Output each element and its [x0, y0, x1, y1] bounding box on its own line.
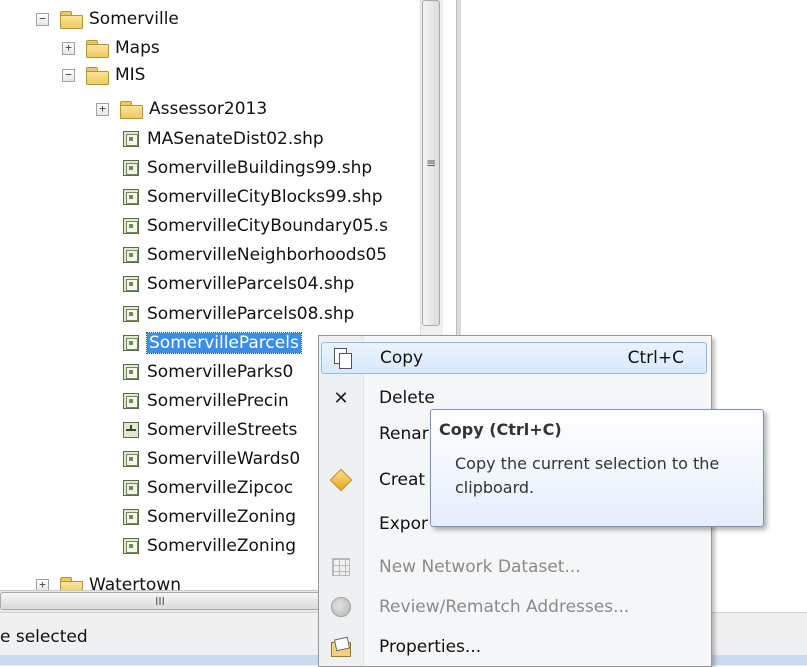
folder-icon: [119, 100, 143, 119]
tree-item-shapefile[interactable]: SomervilleZipcoc: [123, 475, 293, 501]
menu-item-review-rematch[interactable]: Review/Rematch Addresses...: [321, 591, 707, 623]
tree-item-shapefile[interactable]: SomervilleZoning: [123, 533, 296, 559]
polygon-shapefile-icon: [123, 335, 139, 351]
tree-label: SomervilleParcels: [146, 332, 302, 354]
tree-node-watertown[interactable]: + Watertown: [36, 572, 181, 590]
tree-item-shapefile[interactable]: SomervilleBuildings99.shp: [123, 155, 372, 181]
folder-icon: [85, 39, 109, 58]
polygon-shapefile-icon: [123, 364, 139, 380]
tree-label: Assessor2013: [149, 99, 268, 119]
menu-item-shortcut: Ctrl+C: [627, 348, 684, 368]
vertical-scrollbar-thumb[interactable]: ≡: [422, 0, 440, 326]
properties-icon: [331, 638, 351, 657]
tree-label: SomervilleParks0: [147, 362, 294, 382]
tree-label: SomervilleParcels08.shp: [147, 304, 355, 324]
collapse-toggle[interactable]: −: [36, 12, 49, 26]
tree-item-shapefile[interactable]: SomervilleWards0: [123, 446, 300, 472]
tree-label: Somerville: [89, 9, 179, 29]
tree-item-shapefile[interactable]: SomervilleCityBlocks99.shp: [123, 184, 383, 210]
expand-toggle[interactable]: +: [62, 41, 75, 55]
tree-item-shapefile[interactable]: SomervilleParcels08.shp: [123, 301, 354, 327]
grip-icon: ≡: [425, 156, 437, 170]
tree-item-shapefile[interactable]: SomervilleParcels04.shp: [123, 271, 354, 297]
polygon-shapefile-icon: [123, 247, 139, 263]
delete-x-icon: ✕: [333, 387, 349, 409]
status-text: e selected: [0, 627, 88, 647]
tree-label: SomervilleStreets: [147, 420, 298, 440]
polygon-shapefile-icon: [123, 276, 139, 292]
copy-icon: [333, 348, 352, 369]
horizontal-scrollbar-thumb[interactable]: III: [0, 592, 320, 610]
polygon-shapefile-icon: [123, 189, 139, 205]
polygon-shapefile-icon: [123, 451, 139, 467]
address-globe-icon: [331, 597, 351, 617]
create-diamond-icon: [329, 468, 353, 492]
tree-label: SomervilleZoning: [147, 507, 296, 527]
tree-label: SomervilleParcels04.shp: [147, 274, 355, 294]
polygon-shapefile-icon: [123, 480, 139, 496]
grip-icon: III: [155, 594, 165, 608]
tree-label: Watertown: [89, 575, 181, 590]
tree-label: SomervilleCityBoundary05.s: [147, 216, 388, 236]
polygon-shapefile-icon: [123, 160, 139, 176]
tree-item-shapefile[interactable]: SomervilleNeighborhoods05: [123, 242, 387, 268]
folder-icon: [59, 10, 83, 29]
polygon-shapefile-icon: [123, 538, 139, 554]
tree-item-shapefile[interactable]: SomervilleZoning: [123, 504, 296, 530]
tree-item-shapefile-selected[interactable]: SomervilleParcels: [123, 330, 302, 356]
tree-node-somerville[interactable]: − Somerville: [36, 6, 179, 32]
menu-item-label: Copy: [380, 348, 424, 368]
menu-item-copy[interactable]: Copy Ctrl+C: [321, 342, 707, 374]
tree-item-shapefile[interactable]: SomervilleCityBoundary05.s: [123, 213, 388, 239]
expand-toggle[interactable]: +: [36, 578, 49, 590]
polygon-shapefile-icon: [123, 131, 139, 147]
network-grid-icon: [332, 558, 350, 576]
tree-item-shapefile[interactable]: MASenateDist02.shp: [123, 126, 324, 152]
polygon-shapefile-icon: [123, 393, 139, 409]
tree-label: Maps: [115, 38, 160, 58]
tree-label: SomervilleWards0: [147, 449, 301, 469]
tree-label: MIS: [115, 65, 146, 85]
expand-toggle[interactable]: +: [96, 102, 109, 116]
polygon-shapefile-icon: [123, 509, 139, 525]
tooltip-body: Copy the current selection to the clipbo…: [455, 454, 720, 497]
tree-label: SomervilleBuildings99.shp: [147, 158, 373, 178]
tree-label: SomervillePrecin: [147, 391, 289, 411]
tree-item-shapefile[interactable]: SomervilleStreets: [123, 417, 297, 443]
polygon-shapefile-icon: [123, 306, 139, 322]
tree-node-assessor2013[interactable]: + Assessor2013: [96, 96, 267, 122]
tree-item-shapefile[interactable]: SomervillePrecin: [123, 388, 289, 414]
polygon-shapefile-icon: [123, 218, 139, 234]
folder-icon: [59, 576, 83, 590]
tree-label: SomervilleZipcoc: [147, 478, 294, 498]
tree-item-shapefile[interactable]: SomervilleParks0: [123, 359, 293, 385]
menu-item-new-network-dataset[interactable]: New Network Dataset...: [321, 551, 707, 583]
tooltip-title: Copy (Ctrl+C): [439, 420, 562, 439]
menu-item-properties[interactable]: Properties...: [321, 631, 707, 663]
menu-item-label: Review/Rematch Addresses...: [379, 597, 630, 617]
collapse-toggle[interactable]: −: [62, 68, 75, 82]
tree-node-mis[interactable]: − MIS: [62, 62, 145, 88]
tooltip: Copy (Ctrl+C) Copy the current selection…: [430, 409, 764, 527]
menu-item-label: Properties...: [379, 637, 482, 657]
tree-label: MASenateDist02.shp: [147, 129, 324, 149]
menu-item-label: New Network Dataset...: [379, 557, 581, 577]
menu-item-label: Delete: [379, 388, 435, 408]
tree-node-maps[interactable]: + Maps: [62, 35, 160, 61]
tree-label: SomervilleCityBlocks99.shp: [147, 187, 383, 207]
tree-label: SomervilleZoning: [147, 536, 296, 556]
line-shapefile-icon: [123, 422, 139, 438]
tree-label: SomervilleNeighborhoods05: [147, 245, 388, 265]
folder-icon: [85, 66, 109, 85]
